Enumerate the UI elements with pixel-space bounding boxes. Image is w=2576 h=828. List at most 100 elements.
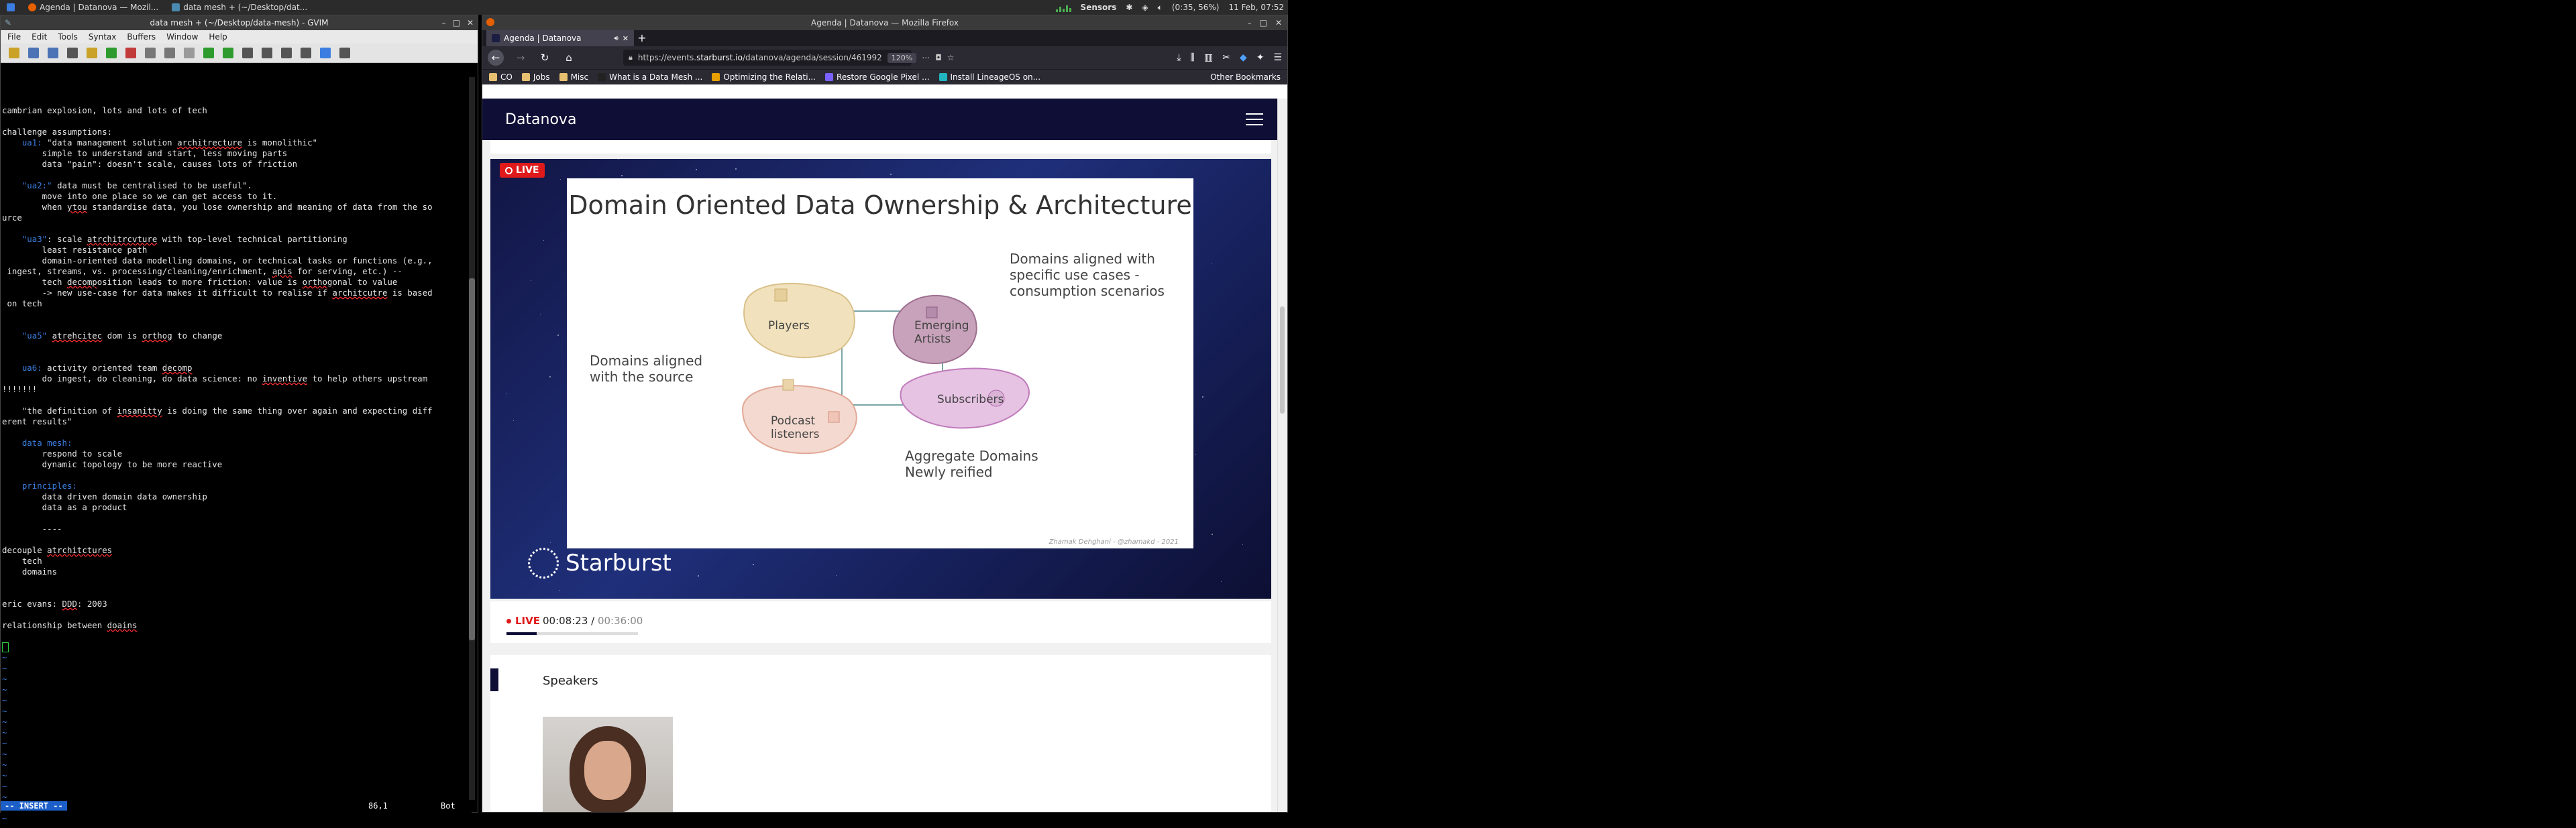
speaker-icon[interactable]: 🔊︎ (614, 35, 618, 42)
taskbar-item-firefox[interactable]: Agenda | Datanova — Mozil... (21, 0, 165, 15)
redo-icon[interactable] (106, 48, 117, 58)
bookmark-item[interactable]: Misc (559, 72, 588, 82)
reload-button[interactable]: ↻ (537, 52, 552, 64)
close-icon[interactable]: ✕ (467, 18, 474, 27)
editor-line[interactable]: -> new use-case for data makes it diffic… (2, 288, 472, 298)
editor-line[interactable]: ua6: activity oriented team decomp (2, 363, 472, 373)
maximize-icon[interactable]: □ (453, 18, 460, 27)
editor-line[interactable]: "ua5" atrehcitec dom is orthog to change (2, 331, 472, 341)
menu-syntax[interactable]: Syntax (89, 32, 116, 42)
hamburger-menu-icon[interactable] (1246, 113, 1263, 125)
lock-icon[interactable]: 🔒︎ (629, 53, 633, 62)
menu-help[interactable]: Help (209, 32, 227, 42)
extensions-icon[interactable]: ✦ (1256, 52, 1265, 63)
editor-line[interactable] (2, 588, 472, 599)
editor-line[interactable]: data driven domain data ownership (2, 491, 472, 502)
editor-line[interactable]: ua1: "data management solution architrec… (2, 137, 472, 148)
save-icon[interactable] (28, 48, 39, 58)
editor-line[interactable]: relationship between doains (2, 620, 472, 631)
editor-line[interactable]: data mesh: (2, 438, 472, 449)
url-bar[interactable]: 🔒︎ https://events.starburst.io/datanova/… (623, 50, 954, 66)
editor-line[interactable] (2, 309, 472, 320)
sensors-label[interactable]: Sensors (1081, 3, 1117, 12)
editor-line[interactable]: on tech (2, 298, 472, 309)
editor-line[interactable] (2, 577, 472, 588)
editor-line[interactable]: erent results" (2, 416, 472, 427)
back-button[interactable]: ← (488, 50, 504, 66)
speaker-photo[interactable] (543, 717, 673, 812)
paste-icon[interactable] (164, 48, 175, 58)
editor-line[interactable] (2, 470, 472, 481)
library-icon[interactable]: ⫼ (1191, 52, 1195, 63)
clock[interactable]: 11 Feb, 07:52 (1228, 3, 1284, 12)
editor-line[interactable]: domains (2, 567, 472, 577)
home-button[interactable]: ⌂ (561, 52, 576, 64)
bookmark-item[interactable]: Optimizing the Relati... (712, 72, 816, 82)
editor-line[interactable]: simple to understand and start, less mov… (2, 148, 472, 159)
screenshot-icon[interactable]: ✂ (1222, 52, 1230, 63)
editor-line[interactable]: "ua3": scale atrchitrcvture with top-lev… (2, 234, 472, 245)
minimize-icon[interactable]: – (442, 18, 446, 27)
editor-line[interactable]: ---- (2, 524, 472, 534)
editor-line[interactable]: challenge assumptions: (2, 127, 472, 137)
taskbar-item-gvim[interactable]: data mesh + (~/Desktop/dat... (165, 0, 314, 15)
editor-line[interactable]: respond to scale (2, 449, 472, 459)
editor-line[interactable]: tech decomposition leads to more frictio… (2, 277, 472, 288)
run-script-icon[interactable] (281, 48, 292, 58)
video-player[interactable]: LIVE Domain Oriented Data Ownership & Ar… (490, 159, 1271, 599)
scrollbar-thumb[interactable] (469, 278, 475, 640)
page-scrollbar[interactable] (1277, 99, 1287, 812)
bookmark-item[interactable]: Install LineageOS on... (938, 72, 1040, 82)
editor-line[interactable] (2, 223, 472, 234)
editor-line[interactable]: cambrian explosion, lots and lots of tec… (2, 105, 472, 116)
menu-tools[interactable]: Tools (58, 32, 78, 42)
find-prev-icon[interactable] (223, 48, 233, 58)
menu-file[interactable]: File (7, 32, 21, 42)
close-tab-icon[interactable]: ✕ (623, 34, 629, 43)
editor-line[interactable]: decouple atrchitctures (2, 545, 472, 556)
editor-line[interactable] (2, 513, 472, 524)
editor-line[interactable] (2, 116, 472, 127)
editor-line[interactable]: !!!!!!! (2, 384, 472, 395)
editor-line[interactable]: dynamic topology to be more reactive (2, 459, 472, 470)
bluetooth-icon[interactable]: ✱ (1126, 3, 1132, 12)
firefox-titlebar[interactable]: Agenda | Datanova — Mozilla Firefox – □ … (482, 15, 1287, 30)
volume-icon[interactable]: 🔈︎ (1158, 3, 1163, 13)
editor-line[interactable] (2, 352, 472, 363)
editor-line[interactable]: "ua2:" data must be centralised to be us… (2, 180, 472, 191)
bookmark-item[interactable]: What is a Data Mesh ... (598, 72, 702, 82)
menu-launcher[interactable] (0, 0, 21, 15)
editor-line[interactable]: do ingest, do cleaning, do data science:… (2, 373, 472, 384)
editor-line[interactable]: principles: (2, 481, 472, 491)
editor-line[interactable]: ingest, streams, vs. processing/cleaning… (2, 266, 472, 277)
editor-line[interactable]: data "pain": doesn't scale, causes lots … (2, 159, 472, 170)
menu-buffers[interactable]: Buffers (127, 32, 156, 42)
network-icon[interactable]: ◈ (1142, 3, 1148, 12)
print-icon[interactable] (67, 48, 78, 58)
minimize-icon[interactable]: – (1248, 18, 1252, 27)
extension-icon[interactable]: ◆ (1240, 52, 1247, 63)
help-icon[interactable] (339, 48, 350, 58)
new-tab-button[interactable]: + (634, 30, 650, 46)
save-all-icon[interactable] (48, 48, 58, 58)
progress-bar[interactable] (506, 632, 638, 635)
find-next-icon[interactable] (203, 48, 214, 58)
find-icon[interactable] (184, 48, 195, 58)
editor-line[interactable]: tech (2, 556, 472, 567)
pocket-icon[interactable]: ◘ (935, 53, 942, 62)
tab-agenda[interactable]: Agenda | Datanova 🔊︎ ✕ (486, 30, 634, 46)
downloads-icon[interactable]: ⤓ (1177, 52, 1181, 63)
text-editor[interactable]: cambrian explosion, lots and lots of tec… (1, 77, 472, 828)
bookmark-star-icon[interactable]: ☆ (947, 53, 955, 62)
editor-line[interactable]: urce (2, 213, 472, 223)
editor-line[interactable]: data as a product (2, 502, 472, 513)
editor-line[interactable] (2, 341, 472, 352)
editor-scrollbar[interactable] (469, 77, 475, 800)
scrollbar-thumb[interactable] (1280, 306, 1285, 414)
other-bookmarks[interactable]: Other Bookmarks (1210, 72, 1281, 82)
editor-line[interactable]: when ytou standardise data, you lose own… (2, 202, 472, 213)
load-session-icon[interactable] (242, 48, 253, 58)
editor-line[interactable] (2, 609, 472, 620)
editor-line[interactable] (2, 631, 472, 642)
save-session-icon[interactable] (262, 48, 272, 58)
